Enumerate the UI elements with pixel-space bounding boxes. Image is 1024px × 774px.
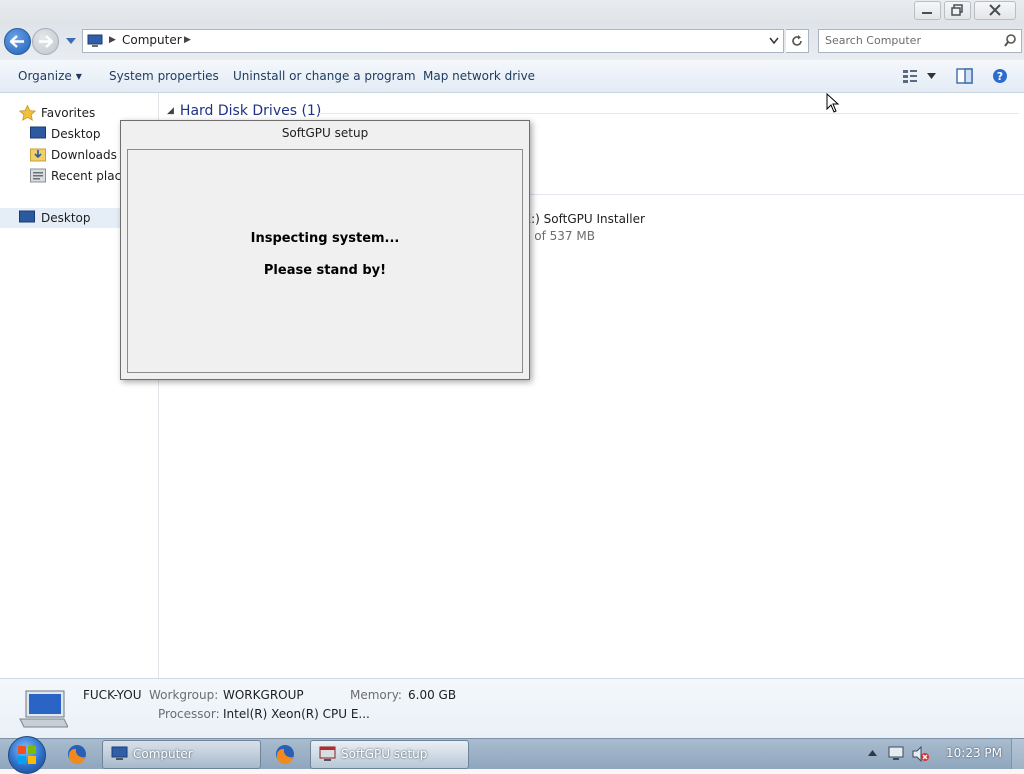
dialog-status-line: Inspecting system...: [250, 231, 400, 246]
nav-desktop-root-label: Desktop: [41, 211, 91, 225]
start-button[interactable]: [8, 736, 46, 774]
back-button[interactable]: [4, 28, 31, 55]
svg-text:?: ?: [997, 70, 1003, 83]
dialog-title: SoftGPU setup: [281, 126, 369, 140]
address-bar[interactable]: ▶ Computer ▶: [82, 29, 784, 53]
address-row: ▶ Computer ▶: [0, 24, 1024, 60]
processor-value: Intel(R) Xeon(R) CPU E...: [223, 707, 370, 721]
memory-label: Memory:: [350, 688, 402, 702]
dialog-wait-line: Please stand by!: [263, 263, 387, 278]
collapse-triangle-icon[interactable]: ◢: [167, 106, 174, 116]
recent-places-icon: [30, 168, 46, 183]
processor-label: Processor:: [158, 707, 220, 721]
computer-name: FUCK-YOU: [83, 688, 142, 702]
network-icon[interactable]: [888, 746, 906, 762]
volume-muted-icon[interactable]: [912, 746, 930, 762]
address-dropdown-icon[interactable]: [769, 37, 779, 44]
taskbar-button-softgpu-setup-label: SoftGPU setup: [341, 747, 428, 761]
search-input[interactable]: [821, 31, 1004, 49]
nav-downloads-label: Downloads: [51, 148, 117, 162]
softgpu-setup-dialog: SoftGPU setup Inspecting system... Pleas…: [120, 120, 530, 380]
system-properties-button[interactable]: System properties: [109, 69, 219, 83]
command-bar: Organize ▼ System properties Uninstall or…: [0, 60, 1024, 93]
map-network-drive-button[interactable]: Map network drive: [423, 69, 535, 83]
show-desktop-button[interactable]: [1011, 739, 1024, 769]
workgroup-label: Workgroup:: [149, 688, 219, 702]
forward-button[interactable]: [32, 28, 59, 55]
minimize-icon: [922, 12, 932, 14]
computer-icon: [87, 34, 103, 47]
window-controls: [914, 1, 1016, 20]
taskbar-button-computer-label: Computer: [133, 747, 193, 761]
recent-pages-dropdown-icon[interactable]: [66, 38, 76, 44]
group-divider: [319, 113, 1019, 114]
star-icon: [19, 105, 36, 121]
drive-name-label[interactable]: : (E:) SoftGPU Installer: [511, 212, 645, 226]
downloads-folder-icon: [30, 148, 46, 162]
close-icon: [989, 4, 1001, 16]
taskbar-button-computer[interactable]: Computer: [102, 740, 261, 769]
taskbar: Computer SoftGPU setup 10:23 PM: [0, 736, 1024, 774]
workgroup-value: WORKGROUP: [223, 688, 304, 702]
windows-logo-icon: [18, 746, 36, 764]
uninstall-program-button[interactable]: Uninstall or change a program: [233, 69, 416, 83]
dialog-content-frame: Inspecting system... Please stand by!: [127, 149, 523, 373]
desktop-icon: [19, 210, 35, 223]
back-arrow-icon: [10, 35, 24, 48]
refresh-button[interactable]: [786, 29, 809, 53]
breadcrumb-separator-icon: ▶: [109, 35, 116, 45]
view-options-dropdown-icon[interactable]: [927, 73, 936, 79]
mouse-cursor-icon: [826, 93, 840, 113]
computer-icon: [111, 746, 128, 760]
nav-desktop-label: Desktop: [51, 127, 101, 141]
setup-window-icon: [319, 746, 336, 761]
organize-label: Organize: [18, 69, 72, 83]
breadcrumb-computer[interactable]: Computer: [122, 33, 182, 47]
preview-pane-icon[interactable]: [956, 68, 973, 84]
minimize-button[interactable]: [914, 1, 941, 20]
search-box[interactable]: [818, 29, 1022, 53]
restore-icon: [951, 4, 963, 16]
breadcrumb-chevron-icon[interactable]: ▶: [184, 35, 191, 45]
refresh-icon: [792, 35, 802, 46]
taskbar-clock[interactable]: 10:23 PM: [946, 746, 1002, 760]
change-view-icon[interactable]: [902, 68, 918, 84]
help-icon[interactable]: ?: [992, 68, 1008, 84]
taskbar-button-softgpu-setup[interactable]: SoftGPU setup: [310, 740, 469, 769]
window-title-bar: [0, 0, 1024, 24]
firefox-icon[interactable]: [66, 743, 88, 765]
group-header-label: Hard Disk Drives (1): [179, 103, 322, 119]
forward-arrow-icon: [39, 35, 53, 48]
organize-menu[interactable]: Organize ▼: [18, 69, 82, 83]
desktop-icon: [30, 126, 46, 139]
computer-large-icon: [19, 690, 68, 728]
details-pane: FUCK-YOU Workgroup: WORKGROUP Memory: 6.…: [0, 678, 1024, 739]
nav-favorites-label: Favorites: [41, 106, 96, 120]
show-hidden-icons-icon[interactable]: [868, 750, 877, 756]
close-button[interactable]: [974, 1, 1016, 20]
search-icon[interactable]: [1004, 34, 1016, 47]
group-header-hard-disk-drives[interactable]: ◢ Hard Disk Drives (1): [167, 103, 321, 119]
firefox-icon[interactable]: [274, 743, 296, 765]
chevron-down-icon: ▼: [75, 72, 82, 81]
restore-button[interactable]: [944, 1, 971, 20]
memory-value: 6.00 GB: [408, 688, 457, 702]
